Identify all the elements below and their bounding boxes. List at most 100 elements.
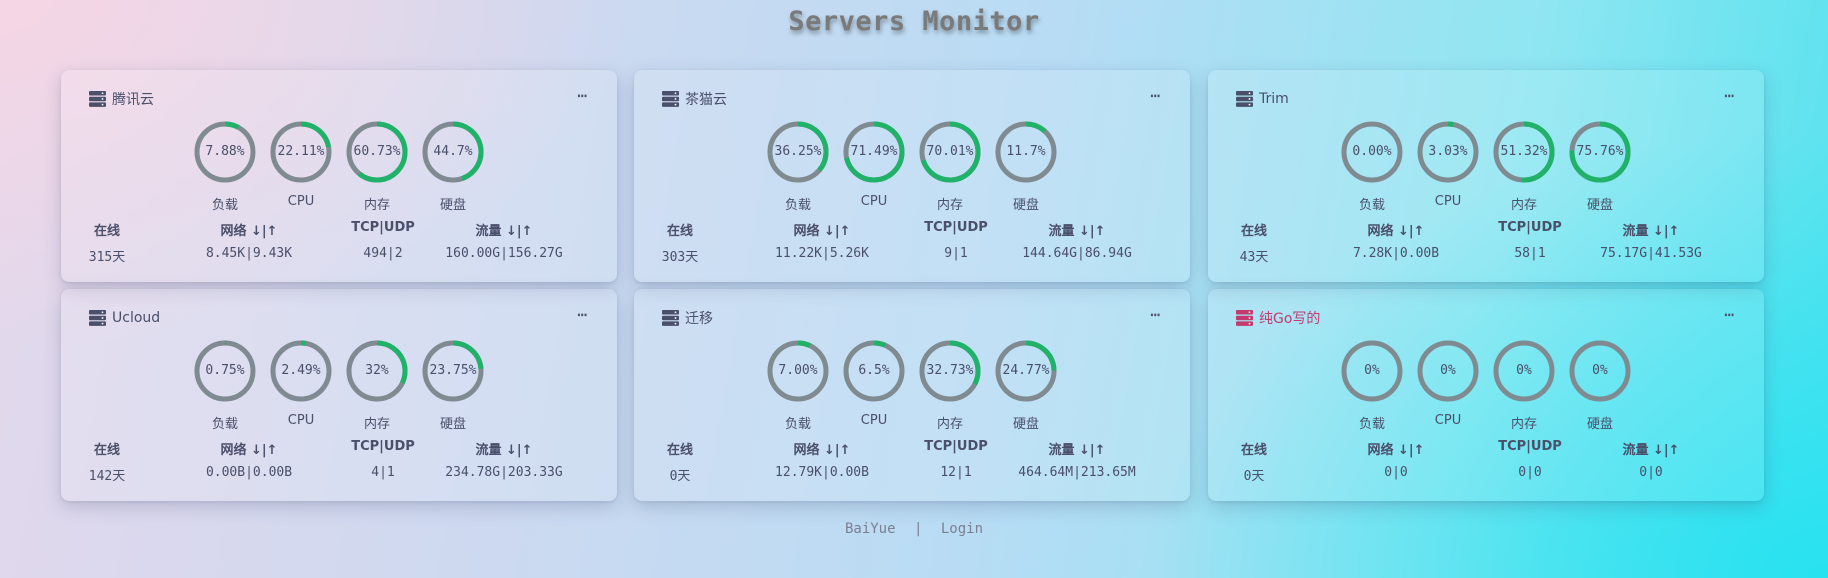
tcpudp-header: TCP|UDP bbox=[1498, 220, 1562, 235]
network-value: 11.22K|5.26K bbox=[775, 246, 869, 261]
network-value: 12.79K|0.00B bbox=[775, 465, 869, 480]
gauge-row: 7.88% 负载 22.11% CPU 60.73% 内存 44.7% 硬盘 bbox=[61, 120, 617, 213]
stats-header-row: 在线 网络 ↓|↑ TCP|UDP 流量 ↓|↑ bbox=[1208, 220, 1764, 240]
traffic-value: 144.64G|86.94G bbox=[1022, 246, 1132, 261]
gauge-ring: 0% bbox=[1340, 339, 1404, 403]
server-header: 腾讯云 bbox=[89, 89, 154, 109]
online-header: 在线 bbox=[666, 443, 694, 458]
gauge: 0.00% 负载 bbox=[1340, 120, 1404, 213]
server-card: 茶猫云 ⋯ 36.25% 负载 71.49% CPU 70.01% 内存 11.7% 硬盘 在线 网络… bbox=[634, 70, 1190, 282]
gauge-ring: 51.32% bbox=[1492, 120, 1556, 184]
server-card: 迁移 ⋯ 7.00% 负载 6.5% CPU 32.73% 内存 24.77% 硬盘 在线 网络 ↓|… bbox=[634, 289, 1190, 501]
server-name: 腾讯云 bbox=[112, 92, 154, 108]
traffic-header: 流量 ↓|↑ bbox=[475, 443, 533, 458]
online-header: 在线 bbox=[1240, 224, 1268, 239]
gauge-value: 32% bbox=[365, 363, 389, 378]
tcpudp-value: 58|1 bbox=[1514, 246, 1546, 261]
tcpudp-value: 9|1 bbox=[944, 246, 968, 261]
gauge: 23.75% 硬盘 bbox=[421, 339, 485, 432]
network-header: 网络 ↓|↑ bbox=[220, 443, 278, 458]
gauge-value: 24.77% bbox=[1002, 363, 1050, 378]
gauge-ring: 2.49% bbox=[269, 339, 333, 403]
more-options-icon[interactable]: ⋯ bbox=[1150, 305, 1160, 324]
online-value: 0天 bbox=[1243, 469, 1265, 484]
footer: BaiYue | Login bbox=[0, 521, 1828, 537]
online-value: 142天 bbox=[88, 469, 126, 484]
gauge-value: 0% bbox=[1440, 363, 1456, 378]
traffic-value: 234.78G|203.33G bbox=[445, 465, 563, 480]
gauge-ring: 70.01% bbox=[918, 120, 982, 184]
more-options-icon[interactable]: ⋯ bbox=[1150, 86, 1160, 105]
gauge-label: 内存 bbox=[1510, 417, 1537, 432]
gauge-value: 23.75% bbox=[429, 363, 477, 378]
gauge: 71.49% CPU bbox=[842, 120, 906, 213]
more-options-icon[interactable]: ⋯ bbox=[577, 305, 587, 324]
gauge-value: 0.75% bbox=[205, 363, 245, 378]
stats-header-row: 在线 网络 ↓|↑ TCP|UDP 流量 ↓|↑ bbox=[61, 220, 617, 240]
gauge-value: 60.73% bbox=[353, 144, 401, 159]
server-name: Ucloud bbox=[112, 310, 161, 326]
gauge-label: 负载 bbox=[211, 198, 238, 213]
gauge-label: 负载 bbox=[1358, 198, 1385, 213]
server-icon bbox=[1236, 310, 1253, 326]
gauge-value: 0.00% bbox=[1352, 144, 1392, 159]
gauge-value: 44.7% bbox=[433, 144, 473, 159]
gauge-ring: 0% bbox=[1492, 339, 1556, 403]
gauge-label: 内存 bbox=[936, 417, 963, 432]
gauge: 22.11% CPU bbox=[269, 120, 333, 213]
traffic-value: 464.64M|213.65M bbox=[1018, 465, 1136, 480]
online-value: 0天 bbox=[669, 469, 691, 484]
traffic-value: 160.00G|156.27G bbox=[445, 246, 563, 261]
gauge-value: 6.5% bbox=[858, 363, 890, 378]
gauge: 24.77% 硬盘 bbox=[994, 339, 1058, 432]
gauge-ring: 0% bbox=[1416, 339, 1480, 403]
network-value: 7.28K|0.00B bbox=[1352, 246, 1440, 261]
stats-value-row: 142天 0.00B|0.00B 4|1 234.78G|203.33G bbox=[61, 465, 617, 485]
server-icon bbox=[89, 310, 106, 326]
gauge-ring: 23.75% bbox=[421, 339, 485, 403]
gauge-label: CPU bbox=[1434, 194, 1462, 209]
online-value: 303天 bbox=[661, 250, 699, 265]
online-header: 在线 bbox=[1240, 443, 1268, 458]
gauge-value: 22.11% bbox=[277, 144, 325, 159]
login-link[interactable]: Login bbox=[941, 521, 983, 537]
more-options-icon[interactable]: ⋯ bbox=[1724, 86, 1734, 105]
stats-value-row: 315天 8.45K|9.43K 494|2 160.00G|156.27G bbox=[61, 246, 617, 266]
stats-value-row: 0天 12.79K|0.00B 12|1 464.64M|213.65M bbox=[634, 465, 1190, 485]
network-header: 网络 ↓|↑ bbox=[1367, 224, 1425, 239]
gauge-value: 70.01% bbox=[926, 144, 974, 159]
tcpudp-header: TCP|UDP bbox=[924, 220, 988, 235]
gauge-label: 硬盘 bbox=[1012, 417, 1039, 432]
gauge-row: 0.75% 负载 2.49% CPU 32% 内存 23.75% 硬盘 bbox=[61, 339, 617, 432]
network-value: 0|0 bbox=[1384, 465, 1408, 480]
gauge-row: 0% 负载 0% CPU 0% 内存 0% 硬盘 bbox=[1208, 339, 1764, 432]
gauge-label: CPU bbox=[1434, 413, 1462, 428]
gauge-value: 0% bbox=[1364, 363, 1380, 378]
footer-separator: | bbox=[913, 521, 923, 537]
gauge-value: 32.73% bbox=[926, 363, 974, 378]
gauge-ring: 0.75% bbox=[193, 339, 257, 403]
tcpudp-value: 12|1 bbox=[940, 465, 972, 480]
stats-value-row: 43天 7.28K|0.00B 58|1 75.17G|41.53G bbox=[1208, 246, 1764, 266]
gauge-ring: 71.49% bbox=[842, 120, 906, 184]
more-options-icon[interactable]: ⋯ bbox=[1724, 305, 1734, 324]
gauge-label: 硬盘 bbox=[439, 198, 466, 213]
gauge: 0% CPU bbox=[1416, 339, 1480, 432]
gauge-label: CPU bbox=[287, 194, 315, 209]
server-stats: 在线 网络 ↓|↑ TCP|UDP 流量 ↓|↑ 315天 8.45K|9.43K 494|… bbox=[61, 220, 617, 266]
network-header: 网络 ↓|↑ bbox=[793, 443, 851, 458]
online-value: 315天 bbox=[88, 250, 126, 265]
server-header: Ucloud bbox=[89, 308, 160, 328]
gauge-value: 51.32% bbox=[1500, 144, 1548, 159]
gauge-label: 硬盘 bbox=[1586, 198, 1613, 213]
server-stats: 在线 网络 ↓|↑ TCP|UDP 流量 ↓|↑ 142天 0.00B|0.00B 4|1 2… bbox=[61, 439, 617, 485]
more-options-icon[interactable]: ⋯ bbox=[577, 86, 587, 105]
gauge: 44.7% 硬盘 bbox=[421, 120, 485, 213]
server-icon bbox=[1236, 91, 1253, 107]
stats-value-row: 303天 11.22K|5.26K 9|1 144.64G|86.94G bbox=[634, 246, 1190, 266]
server-grid: 腾讯云 ⋯ 7.88% 负载 22.11% CPU 60.73% 内存 44.7% 硬盘 在线 网络 … bbox=[0, 0, 1828, 578]
tcpudp-value: 0|0 bbox=[1518, 465, 1542, 480]
gauge-label: 内存 bbox=[363, 417, 390, 432]
server-icon bbox=[662, 91, 679, 107]
author-link[interactable]: BaiYue bbox=[845, 521, 896, 537]
